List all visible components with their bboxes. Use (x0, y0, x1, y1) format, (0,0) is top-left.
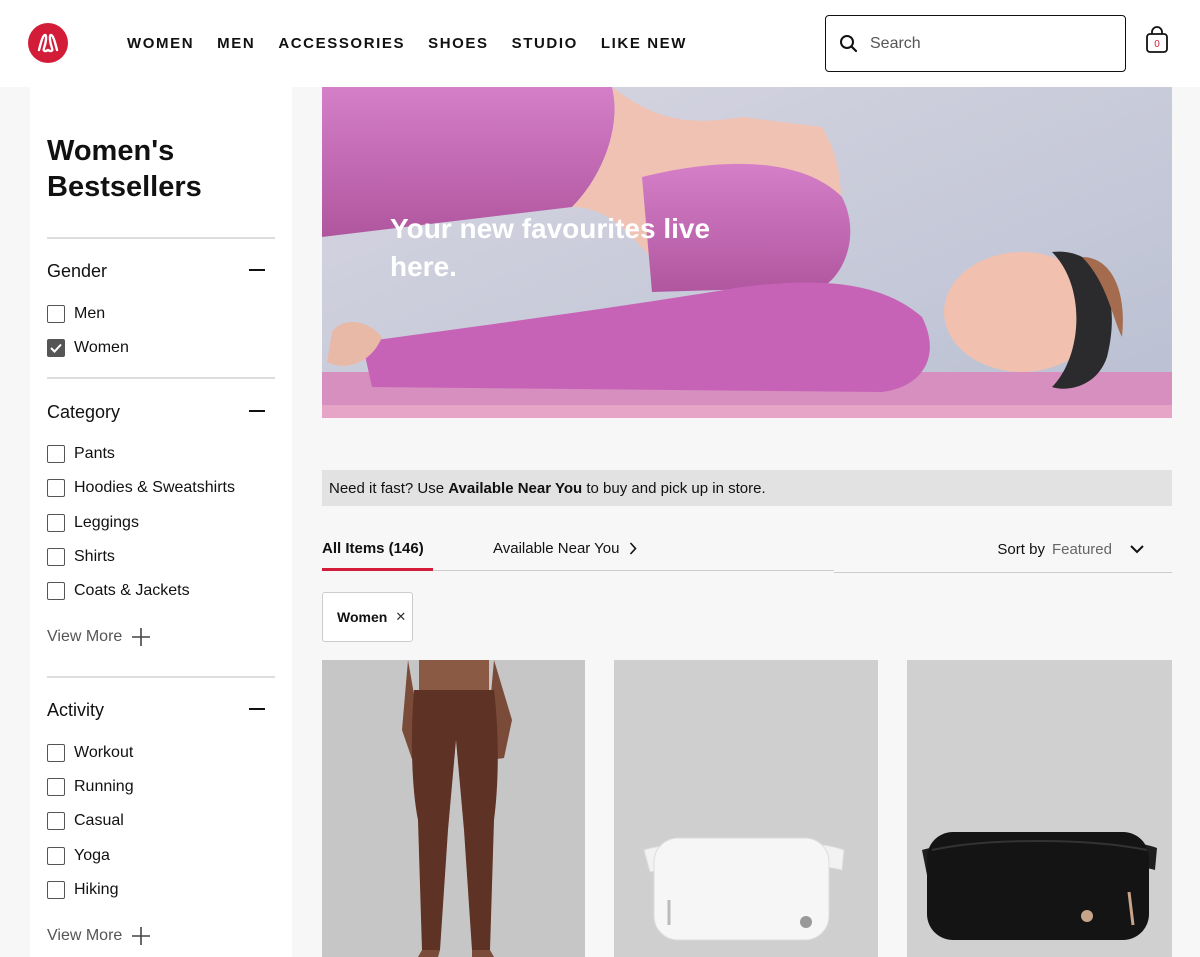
option-label: Hoodies & Sweatshirts (74, 479, 235, 496)
option-label: Coats & Jackets (74, 582, 190, 599)
checkbox[interactable] (47, 812, 65, 830)
option-label: Running (74, 778, 134, 795)
option-label: Yoga (74, 847, 110, 864)
notice-suffix: to buy and pick up in store. (582, 479, 766, 497)
active-filter-chip[interactable]: Women ✕ (322, 592, 413, 642)
active-tab-indicator (322, 568, 433, 571)
hero-headline: Your new favourites live here. (390, 213, 711, 282)
filter-sidebar: Women's Bestsellers Gender Men Women Cat… (30, 87, 292, 957)
facet-activity-title[interactable]: Activity (47, 700, 104, 721)
checkbox[interactable] (47, 881, 65, 899)
notice-link[interactable]: Available Near You (448, 480, 582, 497)
nav-shoes[interactable]: SHOES (428, 35, 489, 52)
filter-option-workout[interactable]: Workout (47, 744, 133, 762)
filter-option-men[interactable]: Men (47, 305, 105, 323)
sort-label: Sort by (997, 541, 1045, 558)
bag-count: 0 (1154, 39, 1160, 50)
filter-option-leggings[interactable]: Leggings (47, 514, 139, 532)
tab-available-near-you[interactable]: Available Near You (493, 540, 637, 557)
option-label: Hiking (74, 881, 119, 898)
checkbox-checked[interactable] (47, 339, 65, 357)
divider (47, 676, 275, 678)
chevron-right-icon (629, 542, 637, 555)
filter-option-shirts[interactable]: Shirts (47, 548, 115, 566)
page-title: Women's Bestsellers (47, 135, 202, 203)
facet-gender-title[interactable]: Gender (47, 261, 107, 282)
filter-option-hoodies[interactable]: Hoodies & Sweatshirts (47, 479, 235, 497)
checkbox[interactable] (47, 514, 65, 532)
view-more-category[interactable]: View More (47, 628, 151, 646)
view-more-activity[interactable]: View More (47, 927, 151, 945)
plus-icon (132, 628, 151, 646)
option-label: Men (74, 305, 106, 322)
option-label: Leggings (74, 514, 139, 531)
checkbox[interactable] (47, 479, 65, 497)
filter-option-hiking[interactable]: Hiking (47, 881, 118, 899)
divider (47, 377, 275, 379)
checkmark-icon (50, 343, 62, 353)
close-icon[interactable]: ✕ (395, 609, 406, 625)
filter-option-running[interactable]: Running (47, 778, 134, 796)
checkbox[interactable] (47, 778, 65, 796)
tab-label: Available Near You (493, 540, 620, 557)
filter-option-yoga[interactable]: Yoga (47, 847, 110, 865)
chip-label: Women (337, 609, 388, 625)
option-label: Pants (74, 445, 115, 462)
black-belt-bag-image (907, 660, 1172, 957)
tab-all-items[interactable]: All Items (146) (322, 540, 424, 557)
sort-dropdown[interactable]: Sort by Featured (997, 541, 1144, 558)
filter-option-women[interactable]: Women (47, 339, 129, 357)
option-label: Casual (74, 812, 124, 829)
nav-women[interactable]: WOMEN (127, 35, 194, 52)
store-pickup-notice: Need it fast? Use Available Near You to … (322, 470, 1172, 506)
option-label: Workout (74, 744, 134, 761)
white-belt-bag-image (614, 660, 878, 957)
search-box[interactable] (825, 15, 1126, 72)
filter-option-casual[interactable]: Casual (47, 812, 124, 830)
checkbox[interactable] (47, 305, 65, 323)
nav-accessories[interactable]: ACCESSORIES (278, 35, 405, 52)
search-icon (840, 35, 858, 53)
checkbox[interactable] (47, 445, 65, 463)
option-label: Women (74, 339, 129, 356)
divider (47, 237, 275, 239)
lululemon-logo-icon[interactable] (28, 23, 68, 63)
product-card[interactable] (614, 660, 878, 957)
product-card[interactable] (322, 660, 585, 957)
search-input[interactable] (870, 34, 1090, 53)
checkbox[interactable] (47, 548, 65, 566)
checkbox[interactable] (47, 847, 65, 865)
site-header: WOMEN MEN ACCESSORIES SHOES STUDIO LIKE … (0, 0, 1200, 87)
nav-studio[interactable]: STUDIO (512, 35, 578, 52)
main-nav: WOMEN MEN ACCESSORIES SHOES STUDIO LIKE … (127, 35, 710, 52)
collapse-category-icon[interactable] (249, 410, 265, 412)
product-card[interactable] (907, 660, 1172, 957)
checkbox[interactable] (47, 582, 65, 600)
collapse-activity-icon[interactable] (249, 708, 265, 710)
tabs-divider (834, 572, 1172, 573)
plus-icon (132, 927, 151, 945)
option-label: Shirts (74, 548, 115, 565)
notice-prefix: Need it fast? Use (329, 479, 449, 497)
brown-leggings-image (322, 660, 585, 957)
view-more-label: View More (47, 628, 123, 645)
nav-like-new[interactable]: LIKE NEW (601, 35, 687, 52)
sort-value: Featured (1051, 541, 1112, 558)
filter-option-pants[interactable]: Pants (47, 445, 115, 463)
facet-category-title[interactable]: Category (47, 402, 120, 423)
chevron-down-icon (1130, 545, 1144, 554)
tabs-divider (433, 570, 834, 571)
hero-banner[interactable]: Your new favourites live here. (322, 87, 1172, 418)
shopping-bag-icon[interactable]: 0 (1145, 26, 1169, 59)
collapse-gender-icon[interactable] (249, 269, 265, 271)
nav-men[interactable]: MEN (217, 35, 255, 52)
filter-option-coats[interactable]: Coats & Jackets (47, 582, 190, 600)
checkbox[interactable] (47, 744, 65, 762)
results-tabs: All Items (146) Available Near You Sort … (322, 530, 1172, 574)
view-more-label: View More (47, 927, 123, 944)
